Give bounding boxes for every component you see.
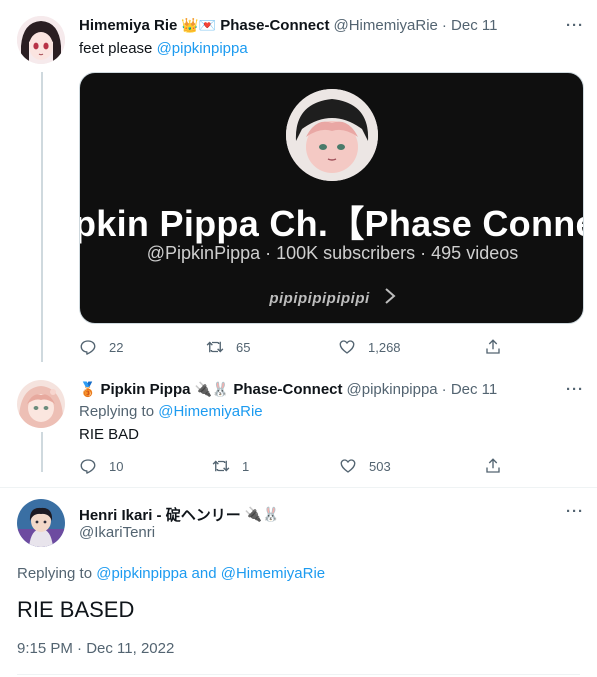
tweet3-header: Henri Ikari - 碇ヘンリー 🔌🐰 <box>79 504 280 525</box>
reply-count: 22 <box>109 339 124 355</box>
reply-count: 10 <box>109 458 124 474</box>
card-footer: pipipipipipipi <box>80 287 583 310</box>
crown-letter-emoji: 👑💌 <box>181 17 217 33</box>
avatar-pipkin-pippa[interactable] <box>17 380 65 428</box>
tweet2-header: 🥉 Pipkin Pippa 🔌🐰 Phase-Connect @pipkinp… <box>79 381 497 398</box>
chevron-right-icon <box>384 287 396 310</box>
card-footer-text: pipipipipipipi <box>269 290 370 307</box>
like-button[interactable]: 1,268 <box>338 338 401 356</box>
author-name[interactable]: Henri Ikari - 碇ヘンリー <box>79 504 241 525</box>
retweet-count: 1 <box>242 458 250 474</box>
like-icon <box>340 459 356 473</box>
more-icon[interactable]: ··· <box>566 17 584 34</box>
retweet-icon <box>206 341 224 353</box>
mention-link[interactable]: @pipkinpippa <box>157 40 248 57</box>
share-icon <box>486 339 500 354</box>
more-icon[interactable]: ··· <box>566 503 584 520</box>
tweet-timestamp[interactable]: 9:15 PM · Dec 11, 2022 <box>17 640 174 657</box>
replying-to: Replying to @pipkinpippa and @HimemiyaRi… <box>17 565 325 582</box>
share-button[interactable] <box>484 457 514 475</box>
retweet-button[interactable]: 65 <box>206 338 250 356</box>
more-icon[interactable]: ··· <box>566 381 584 398</box>
plug-rabbit-emoji: 🔌🐰 <box>194 381 230 397</box>
reply-button[interactable]: 22 <box>79 338 123 356</box>
divider <box>0 487 597 488</box>
replying-label: Replying to <box>79 403 155 420</box>
author-name[interactable]: Pipkin Pippa <box>100 381 190 398</box>
card-title: pkin Pippa Ch.【Phase Connect <box>79 203 584 244</box>
mention-link[interactable]: @pipkinpippa <box>96 565 187 582</box>
share-icon <box>486 458 500 473</box>
tweet1-text: feet please @pipkinpippa <box>79 40 248 57</box>
like-count: 1,268 <box>368 339 401 355</box>
avatar-himemiya-rie[interactable] <box>17 16 65 64</box>
mention-link[interactable]: @HimemiyaRie <box>158 403 262 420</box>
author-handle[interactable]: @HimemiyaRie <box>333 17 437 34</box>
author-name-suffix[interactable]: Phase-Connect <box>233 381 342 398</box>
tweet-date[interactable]: · Dec 11 <box>442 381 498 398</box>
link-card[interactable]: pkin Pippa Ch.【Phase Connect @PipkinPipp… <box>79 72 584 324</box>
tweet-text: RIE BAD <box>79 426 140 443</box>
thread-line-2 <box>41 432 43 472</box>
author-handle[interactable]: @pipkinpippa <box>347 381 438 398</box>
reply-button[interactable]: 10 <box>79 457 123 475</box>
thread-line <box>41 72 43 362</box>
channel-avatar <box>286 89 378 181</box>
author-handle[interactable]: @IkariTenri <box>79 524 155 541</box>
replying-and: and <box>191 565 217 582</box>
like-icon <box>339 340 355 354</box>
replying-label: Replying to <box>17 565 93 582</box>
avatar-henri-ikari[interactable] <box>17 499 65 547</box>
retweet-icon <box>212 460 230 472</box>
retweet-count: 65 <box>236 339 251 355</box>
retweet-button[interactable]: 1 <box>212 457 249 475</box>
bronze-medal-emoji: 🥉 <box>79 381 97 397</box>
tweet-date[interactable]: · Dec 11 <box>442 17 498 34</box>
like-button[interactable]: 503 <box>339 457 391 475</box>
author-name-suffix[interactable]: Phase-Connect <box>220 17 329 34</box>
plug-rabbit-emoji: 🔌🐰 <box>244 506 280 522</box>
reply-icon <box>80 340 96 355</box>
replying-to: Replying to @HimemiyaRie <box>79 403 263 420</box>
focused-tweet-text: RIE BASED <box>17 597 135 622</box>
mention-link[interactable]: @HimemiyaRie <box>221 565 325 582</box>
card-subtitle: @PipkinPippa · 100K subscribers · 495 vi… <box>146 243 519 263</box>
like-count: 503 <box>369 458 391 474</box>
divider <box>17 674 580 675</box>
tweet-text: feet please <box>79 40 153 57</box>
author-name[interactable]: Himemiya Rie <box>79 17 177 34</box>
tweet1-header: Himemiya Rie 👑💌 Phase-Connect @HimemiyaR… <box>79 17 497 34</box>
reply-icon <box>80 459 96 474</box>
share-button[interactable] <box>484 338 514 356</box>
